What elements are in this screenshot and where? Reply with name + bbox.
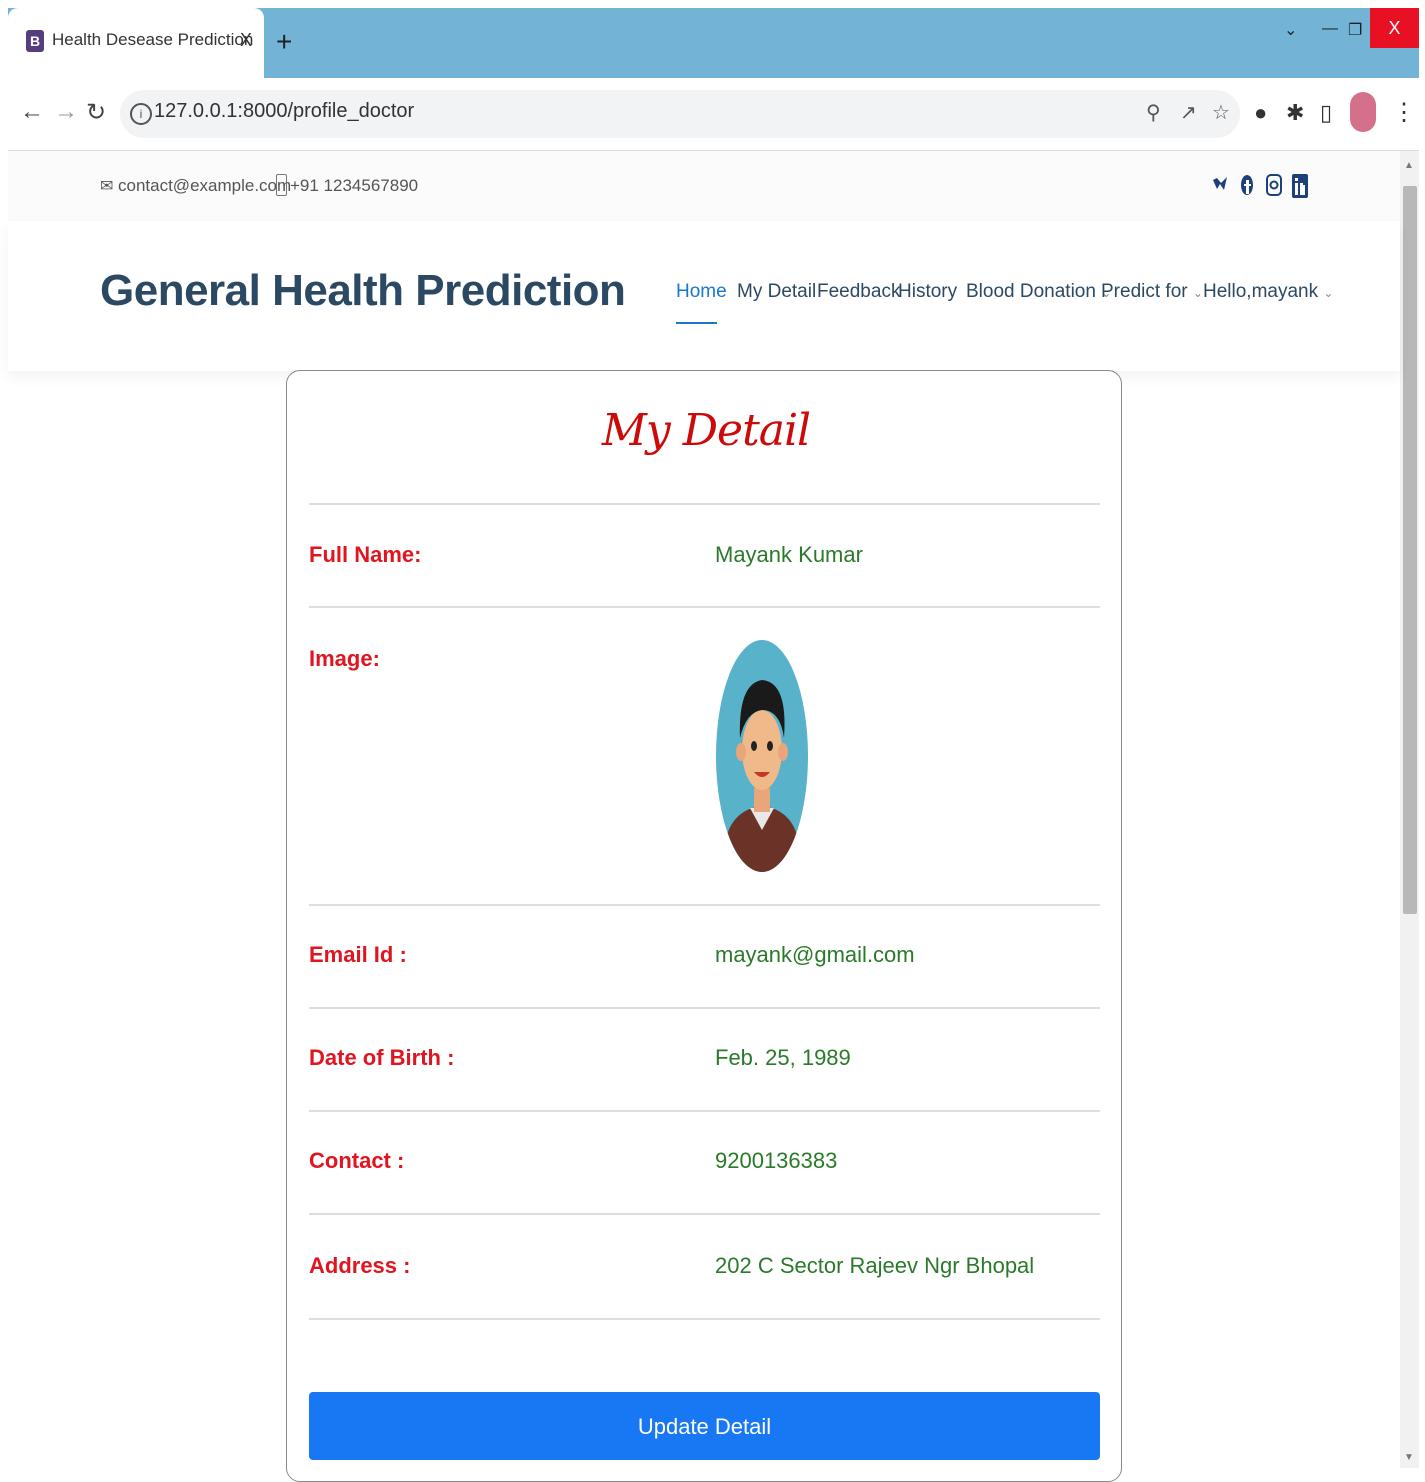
nav-my-detail[interactable]: My Detail <box>737 281 816 303</box>
profile-avatar-icon[interactable] <box>1350 92 1376 132</box>
dob-value: Feb. 25, 1989 <box>715 1045 851 1070</box>
tab-search-icon[interactable]: ⌄ <box>1284 20 1297 40</box>
nav-user-menu[interactable]: Hello,mayank ⌄ <box>1203 281 1333 303</box>
nav-blood-donation[interactable]: Blood Donation ⌄ <box>966 281 1111 303</box>
row-divider <box>309 1213 1100 1215</box>
scrollbar-thumb[interactable] <box>1403 186 1417 914</box>
address-label: Address : <box>309 1253 411 1278</box>
puzzle-icon[interactable]: ✱ <box>1286 100 1304 126</box>
row-divider <box>309 1007 1100 1009</box>
share-icon[interactable]: ↗ <box>1180 100 1197 125</box>
forward-icon[interactable]: → <box>54 98 78 126</box>
instagram-icon[interactable] <box>1266 174 1282 202</box>
profile-title: My Detail <box>601 405 811 456</box>
reload-icon[interactable]: ↻ <box>86 98 106 127</box>
chevron-down-icon: ⌄ <box>1192 286 1203 300</box>
site-logo[interactable]: General Health Prediction <box>100 266 626 316</box>
update-detail-button[interactable]: Update Detail <box>309 1392 1100 1460</box>
facebook-icon[interactable] <box>1240 174 1254 202</box>
minimize-icon[interactable]: — <box>1322 20 1338 38</box>
bookmark-star-icon[interactable]: ☆ <box>1212 100 1230 125</box>
row-divider <box>309 1110 1100 1112</box>
phone-icon <box>276 174 287 196</box>
new-tab-button[interactable]: + <box>276 26 292 58</box>
full-name-value: Mayank Kumar <box>715 542 863 567</box>
envelope-icon: ✉ <box>100 178 114 195</box>
email-label: Email Id : <box>309 942 407 967</box>
image-label: Image: <box>309 646 380 671</box>
extension-icon[interactable]: ● <box>1254 100 1267 126</box>
nav-history[interactable]: History <box>898 281 957 303</box>
tab-title[interactable]: Health Desease Prediction <box>52 30 253 50</box>
site-info-icon[interactable]: i <box>130 103 152 125</box>
back-icon[interactable]: ← <box>20 98 44 126</box>
linkedin-icon[interactable] <box>1292 174 1308 204</box>
row-divider <box>309 503 1100 505</box>
profile-avatar <box>716 640 808 872</box>
window-close-button[interactable]: X <box>1370 8 1419 48</box>
nav-predict-for[interactable]: Predict for ⌄ <box>1101 281 1203 303</box>
sidebar-icon[interactable]: ▯ <box>1320 100 1332 126</box>
full-name-label: Full Name: <box>309 542 422 567</box>
address-value: 202 C Sector Rajeev Ngr Bhopal <box>715 1253 1035 1278</box>
tab-close-icon[interactable]: X <box>240 30 252 51</box>
bootstrap-favicon-icon: B <box>26 30 44 52</box>
nav-blood-donation-label: Blood Donation <box>966 281 1096 302</box>
row-divider <box>309 1318 1100 1320</box>
nav-feedback[interactable]: Feedback <box>817 281 900 303</box>
row-divider <box>309 904 1100 906</box>
chevron-down-icon: ⌄ <box>1323 286 1334 300</box>
nav-active-indicator <box>676 322 717 324</box>
contact-label: Contact : <box>309 1148 405 1173</box>
nav-home[interactable]: Home <box>676 281 727 303</box>
nav-predict-for-label: Predict for <box>1101 281 1188 302</box>
twitter-icon[interactable] <box>1212 174 1228 200</box>
restore-icon[interactable]: ❐ <box>1348 20 1362 40</box>
scroll-up-icon[interactable]: ▲ <box>1404 160 1414 171</box>
nav-user-label: Hello,mayank <box>1203 281 1319 302</box>
email-value: mayank@gmail.com <box>715 942 915 967</box>
dob-label: Date of Birth : <box>309 1045 455 1070</box>
profile-card <box>286 370 1122 1482</box>
contact-value: 9200136383 <box>715 1148 838 1173</box>
menu-dots-icon[interactable]: ⋮ <box>1392 98 1416 127</box>
zoom-icon[interactable]: ⚲ <box>1146 100 1161 125</box>
contact-phone: +91 1234567890 <box>290 176 419 195</box>
row-divider <box>309 606 1100 608</box>
contact-email[interactable]: contact@example.com <box>118 176 291 196</box>
scroll-down-icon[interactable]: ▼ <box>1404 1452 1414 1463</box>
url-text[interactable]: 127.0.0.1:8000/profile_doctor <box>154 100 414 123</box>
